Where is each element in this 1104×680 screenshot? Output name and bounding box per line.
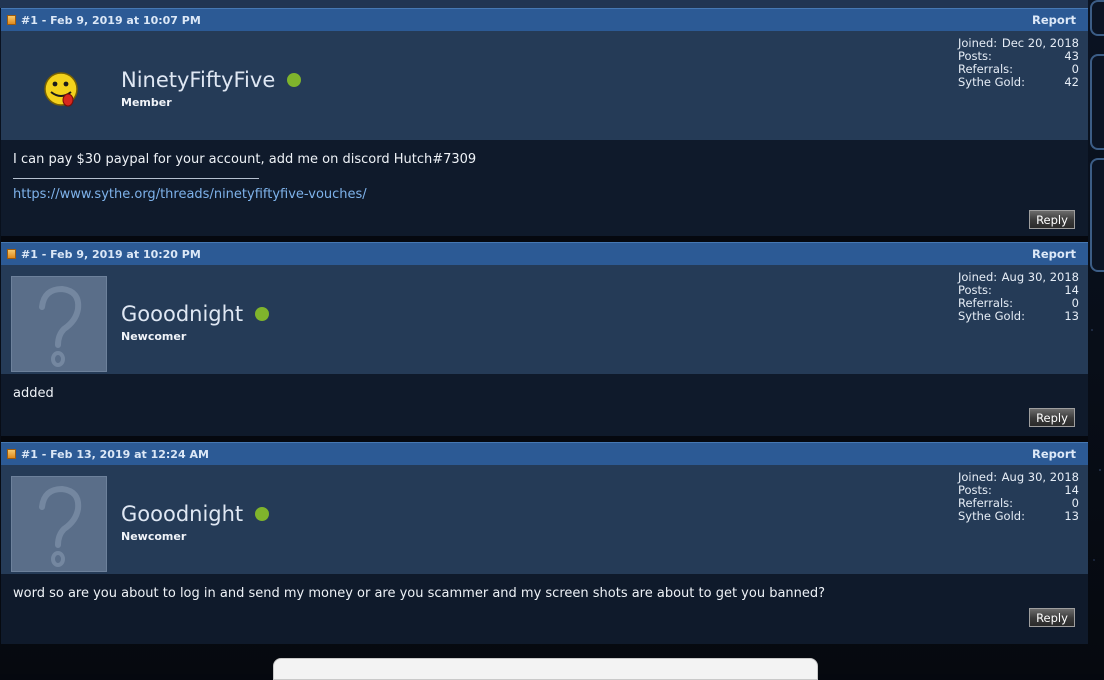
side-tab-edge <box>1090 0 1104 36</box>
side-tab-edge <box>1090 158 1104 272</box>
post: #1 - Feb 13, 2019 at 12:24 AM Report Goo… <box>1 442 1088 644</box>
online-status-icon <box>255 307 270 321</box>
username-text[interactable]: NinetyFiftyFive <box>121 68 275 92</box>
username-text[interactable]: Gooodnight <box>121 302 243 326</box>
post-body: I can pay $30 paypal for your account, a… <box>1 140 1088 236</box>
post-message: I can pay $30 paypal for your account, a… <box>13 152 477 167</box>
post-icon <box>7 15 16 25</box>
user-info-panel: Gooodnight Newcomer Joined: Aug 30, 2018 … <box>1 465 1088 574</box>
gold-value: 42 <box>1064 75 1079 89</box>
post-header: #1 - Feb 9, 2019 at 10:20 PM Report <box>1 242 1088 265</box>
user-stats: Joined: Dec 20, 2018 Posts: 43 Referrals: 0… <box>958 37 1079 89</box>
smiley-tongue-avatar[interactable] <box>42 71 80 109</box>
user-title: Member <box>121 96 172 109</box>
default-question-avatar[interactable] <box>11 476 107 572</box>
previous-post-edge <box>0 0 1088 8</box>
user-info-panel: NinetyFiftyFive Member Joined: Dec 20, 20… <box>1 31 1088 140</box>
gold-value: 13 <box>1064 309 1079 323</box>
post-permalink[interactable]: #1 - Feb 9, 2019 at 10:07 PM <box>21 14 201 27</box>
question-mark-icon <box>39 285 82 367</box>
user-title: Newcomer <box>121 530 187 543</box>
default-question-avatar[interactable] <box>11 276 107 372</box>
post-permalink[interactable]: #1 - Feb 13, 2019 at 12:24 AM <box>21 448 209 461</box>
user-info-panel: Gooodnight Newcomer Joined: Aug 30, 2018 … <box>1 265 1088 374</box>
post-icon <box>7 449 16 459</box>
post-body: added Reply <box>1 374 1088 436</box>
gold-label: Sythe Gold: <box>958 75 1025 89</box>
user-title: Newcomer <box>121 330 187 343</box>
post: #1 - Feb 9, 2019 at 10:07 PM Report Nine… <box>1 8 1088 236</box>
post-icon <box>7 249 16 259</box>
user-stats: Joined: Aug 30, 2018 Posts: 14 Referrals: 0… <box>958 471 1079 523</box>
username-text[interactable]: Gooodnight <box>121 502 243 526</box>
user-stats: Joined: Aug 30, 2018 Posts: 14 Referrals: 0… <box>958 271 1079 323</box>
post-permalink[interactable]: #1 - Feb 9, 2019 at 10:20 PM <box>21 248 201 261</box>
post-message: added <box>13 386 54 401</box>
report-link[interactable]: Report <box>1032 247 1076 261</box>
username[interactable]: Gooodnight <box>121 502 270 526</box>
post-header: #1 - Feb 9, 2019 at 10:07 PM Report <box>1 8 1088 31</box>
report-link[interactable]: Report <box>1032 13 1076 27</box>
overlapping-window-edge <box>273 658 818 680</box>
report-link[interactable]: Report <box>1032 447 1076 461</box>
thread-posts: #1 - Feb 9, 2019 at 10:07 PM Report Nine… <box>1 8 1088 644</box>
reply-button[interactable]: Reply <box>1029 210 1075 229</box>
gold-value: 13 <box>1064 509 1079 523</box>
reply-button[interactable]: Reply <box>1029 608 1075 627</box>
post: #1 - Feb 9, 2019 at 10:20 PM Report Gooo… <box>1 242 1088 436</box>
gold-label: Sythe Gold: <box>958 309 1025 323</box>
reply-button[interactable]: Reply <box>1029 408 1075 427</box>
username[interactable]: Gooodnight <box>121 302 270 326</box>
username[interactable]: NinetyFiftyFive <box>121 68 302 92</box>
post-message: word so are you about to log in and send… <box>13 586 826 601</box>
gold-label: Sythe Gold: <box>958 509 1025 523</box>
post-header: #1 - Feb 13, 2019 at 12:24 AM Report <box>1 442 1088 465</box>
signature-divider <box>13 178 259 179</box>
online-status-icon <box>255 507 270 521</box>
question-mark-icon <box>39 485 82 567</box>
side-tab-edge <box>1090 54 1104 150</box>
online-status-icon <box>287 73 302 87</box>
signature-link[interactable]: https://www.sythe.org/threads/ninetyfift… <box>13 187 367 202</box>
post-body: word so are you about to log in and send… <box>1 574 1088 644</box>
